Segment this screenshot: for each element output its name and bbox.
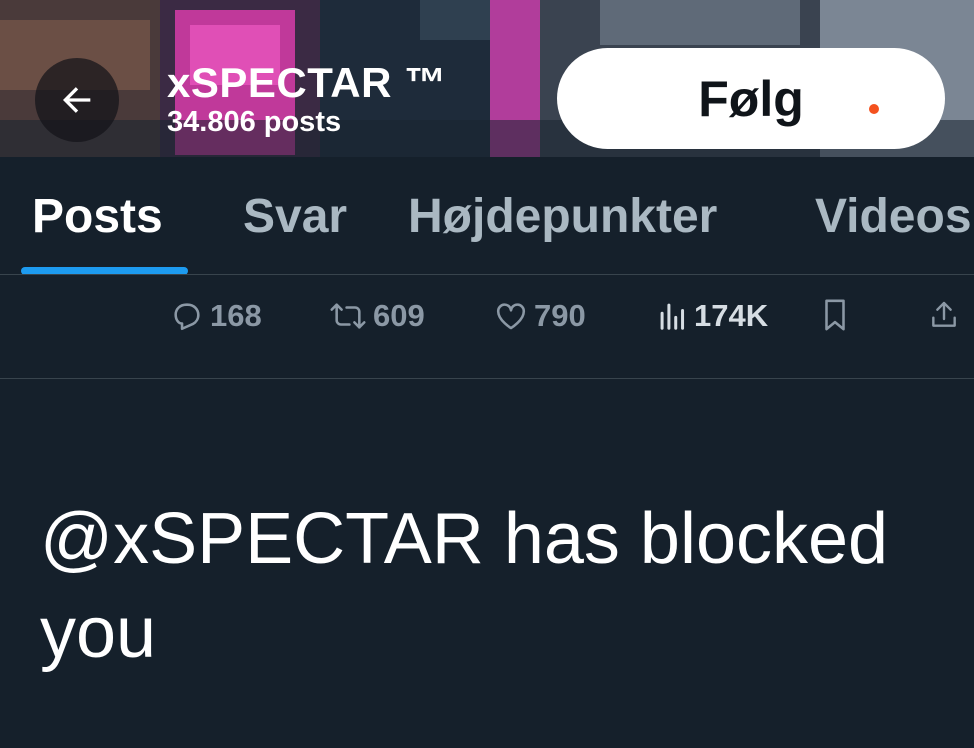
view-count: 174K bbox=[694, 298, 769, 333]
share-icon bbox=[932, 301, 956, 327]
analytics-icon bbox=[660, 303, 685, 330]
reply-button[interactable]: 168 bbox=[170, 298, 262, 334]
bookmark-icon bbox=[825, 299, 845, 331]
profile-title-block: xSPECTAR ™ 34.806 posts bbox=[167, 59, 447, 139]
profile-tabs: Posts Svar Højdepunkter Videos bbox=[0, 157, 974, 275]
like-button[interactable]: 790 bbox=[494, 298, 586, 334]
repost-icon bbox=[330, 303, 366, 329]
tab-posts[interactable]: Posts bbox=[32, 189, 163, 244]
cut-off-text-line bbox=[38, 708, 968, 748]
bookmark-button[interactable] bbox=[820, 298, 850, 332]
heart-icon bbox=[496, 303, 526, 330]
profile-name: xSPECTAR ™ bbox=[167, 59, 447, 106]
share-button[interactable] bbox=[928, 298, 960, 332]
tab-videos[interactable]: Videos bbox=[815, 189, 972, 244]
divider bbox=[0, 378, 974, 379]
cut-off-text-placeholder bbox=[38, 712, 968, 748]
views-button[interactable]: 174K bbox=[658, 298, 768, 334]
post-count: 34.806 posts bbox=[167, 106, 342, 138]
tab-highlights[interactable]: Højdepunkter bbox=[408, 189, 717, 244]
reply-icon bbox=[174, 303, 200, 331]
arrow-left-icon bbox=[63, 87, 91, 113]
profile-header: xSPECTAR ™ 34.806 posts Følg bbox=[0, 0, 974, 157]
notification-dot bbox=[869, 104, 879, 114]
reply-count: 168 bbox=[210, 298, 262, 333]
back-button[interactable] bbox=[35, 58, 119, 142]
blocked-message: @xSPECTAR has blocked you bbox=[40, 499, 889, 673]
repost-count: 609 bbox=[373, 298, 425, 333]
like-count: 790 bbox=[534, 298, 586, 333]
follow-button[interactable]: Følg bbox=[557, 48, 945, 149]
divider bbox=[0, 274, 974, 275]
post-action-bar: 168 609 790 174K bbox=[0, 276, 974, 379]
repost-button[interactable]: 609 bbox=[329, 298, 425, 334]
tab-replies[interactable]: Svar bbox=[243, 189, 347, 244]
